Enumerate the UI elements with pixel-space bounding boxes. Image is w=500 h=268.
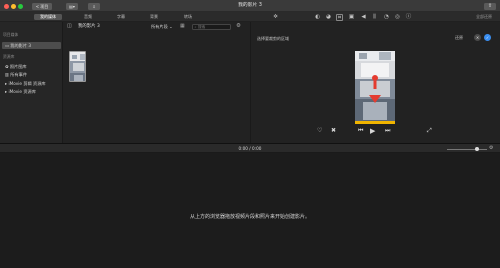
info-icon[interactable]: ⓘ <box>405 14 412 21</box>
tab-my-media[interactable]: 我的媒体 <box>34 14 62 20</box>
import-icon: ⇩ <box>92 3 96 9</box>
crop-hint-label: 选择要裁剪的区域 <box>257 36 289 41</box>
clip-filter-label: 所有片段 <box>151 24 168 29</box>
sidebar-item-label: 所有事件 <box>10 72 28 77</box>
sidebar-item-label: 我的影片 3 <box>10 43 32 48</box>
color-balance-icon[interactable]: ◐ <box>314 14 321 21</box>
cancel-icon: ✕ <box>475 35 480 40</box>
crop-apply-button[interactable]: ✓ <box>484 34 491 41</box>
magic-wand-icon[interactable]: ✲ <box>272 14 279 21</box>
color-correction-icon[interactable]: ◕ <box>325 14 332 21</box>
timeline-header: 0:00 / 0:00 ⚙ <box>0 143 500 153</box>
speed-icon[interactable]: ◔ <box>383 14 390 21</box>
tab-titles[interactable]: 字幕 <box>113 14 129 20</box>
import-button[interactable]: ⇩ <box>88 2 100 10</box>
reset-all-button[interactable]: 全部还原 <box>476 12 492 22</box>
zoom-slider-knob[interactable] <box>475 146 479 151</box>
chevron-down-icon: ⌄ <box>169 24 173 29</box>
search-input[interactable]: ⌕ 搜索 <box>192 23 231 30</box>
sidebar-item-photos[interactable]: ✿ 照片图库 <box>2 63 61 70</box>
filter-icon[interactable]: ◎ <box>394 14 401 21</box>
browser-title: 我的影片 3 <box>78 24 100 29</box>
tab-backgrounds[interactable]: 背景 <box>146 14 162 20</box>
favorite-heart-icon[interactable]: ♡ <box>317 127 322 135</box>
search-placeholder: 搜索 <box>198 24 206 29</box>
sidebar-item-project[interactable]: ▭ 我的影片 3 <box>2 42 61 49</box>
search-icon: ⌕ <box>194 24 197 29</box>
grid-view-icon[interactable]: ▦ <box>180 23 185 29</box>
title-bar: < 项目 ▤▾ ⇩ 我的影片 3 ⇧ <box>0 0 500 12</box>
clip-filter-select[interactable]: 所有片段 ⌄ <box>151 22 173 31</box>
clip-preview-image <box>70 52 85 81</box>
libraries-heading: 资源库 <box>3 54 15 59</box>
tab-audio[interactable]: 音频 <box>80 14 96 20</box>
fullscreen-icon[interactable]: ⤢ <box>427 127 432 135</box>
tab-transitions[interactable]: 转场 <box>180 14 196 20</box>
skip-forward-icon[interactable]: ⏭ <box>385 127 390 135</box>
play-icon[interactable]: ▶ <box>370 127 375 135</box>
adjustments-toolbar: ✲ ◐ ◕ ⌗ ▣ ◀ ⫼ ◔ ◎ ⓘ 全部还原 <box>250 12 500 22</box>
skip-back-icon[interactable]: ⏮ <box>358 127 363 135</box>
media-browser: ◫ 我的影片 3 所有片段 ⌄ ▦ ⌕ 搜索 ⚙ <box>63 22 250 143</box>
video-preview[interactable] <box>355 51 395 124</box>
sidebar-toggle-icon[interactable]: ◫ <box>67 23 72 29</box>
timeline-area[interactable]: 从上方的浏览器拖放视频片段和照片来开始创建影片。 <box>0 153 500 268</box>
preview-image <box>355 51 395 124</box>
zoom-slider[interactable] <box>447 146 487 151</box>
browser-header: ◫ 我的影片 3 所有片段 ⌄ ▦ ⌕ 搜索 ⚙ <box>63 22 250 31</box>
sidebar-item-label: 照片图库 <box>9 64 27 69</box>
minimize-window-button[interactable] <box>11 3 16 9</box>
crop-icon[interactable]: ⌗ <box>336 13 343 21</box>
sidebar-item-imovie-clip-library[interactable]: ▸ iMovie 剪辑 资源库 <box>2 80 61 87</box>
window-title: 我的影片 3 <box>238 3 262 8</box>
checkmark-icon: ✓ <box>485 35 490 40</box>
timeline-settings-icon[interactable]: ⚙ <box>489 145 493 151</box>
close-window-button[interactable] <box>4 3 9 9</box>
media-icon: ▤▾ <box>69 3 75 9</box>
reject-icon[interactable]: ✖ <box>331 127 336 135</box>
sidebar-item-imovie-library[interactable]: ▸ iMovie 资源库 <box>2 88 61 95</box>
viewer-panel: 选择要裁剪的区域 还原 ✕ ✓ ♡ ✖ ⏮ ▶ ⏭ ⤢ <box>250 22 500 143</box>
project-media-heading: 项目媒体 <box>3 32 19 37</box>
noise-reduction-icon[interactable]: ⫼ <box>371 14 378 21</box>
sidebar-item-label: iMovie 剪辑 资源库 <box>8 81 46 86</box>
volume-icon[interactable]: ◀ <box>360 14 367 21</box>
share-button[interactable]: ⇧ <box>484 2 496 10</box>
empty-timeline-hint: 从上方的浏览器拖放视频片段和照片来开始创建影片。 <box>189 214 310 220</box>
media-tab-bar: 我的媒体 音频 字幕 背景 转场 <box>0 12 250 22</box>
libraries-sidebar: 项目媒体 ▭ 我的影片 3 资源库 ✿ 照片图库 ▥ 所有事件 ▸ iMovie… <box>0 22 63 143</box>
zoom-window-button[interactable] <box>18 3 23 9</box>
settings-gear-icon[interactable]: ⚙ <box>236 23 241 29</box>
sidebar-item-all-events[interactable]: ▥ 所有事件 <box>2 71 61 78</box>
share-icon: ⇧ <box>487 2 493 9</box>
media-clip-thumbnail[interactable] <box>69 51 86 82</box>
crop-reset-button[interactable]: 还原 <box>455 35 463 41</box>
back-to-projects-button[interactable]: < 项目 <box>32 2 52 10</box>
crop-cancel-button[interactable]: ✕ <box>474 34 481 41</box>
sidebar-item-label: iMovie 资源库 <box>8 89 36 94</box>
stabilization-icon[interactable]: ▣ <box>348 14 355 21</box>
media-toggle-button[interactable]: ▤▾ <box>66 2 78 10</box>
